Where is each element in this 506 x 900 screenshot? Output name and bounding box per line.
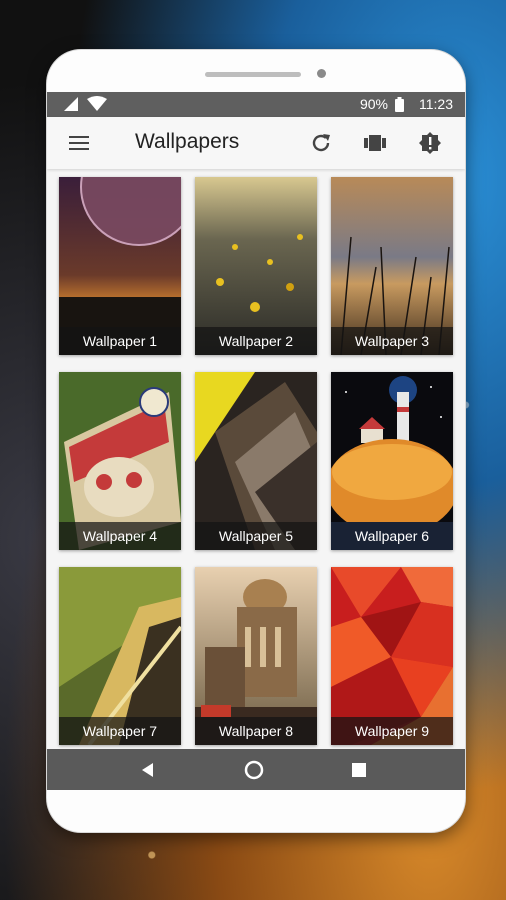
clock-time: 11:23 xyxy=(419,96,453,112)
navigation-bar xyxy=(47,749,465,790)
back-icon[interactable] xyxy=(138,760,158,780)
phone-camera xyxy=(317,69,326,78)
wallpaper-tile[interactable]: Wallpaper 4 xyxy=(59,372,181,550)
wifi-icon xyxy=(87,96,107,111)
wallpaper-tile[interactable]: Wallpaper 1 xyxy=(59,177,181,355)
alert-badge-icon[interactable] xyxy=(418,131,442,155)
home-icon[interactable] xyxy=(244,760,264,780)
battery-percent: 90% xyxy=(359,96,388,112)
phone-speaker xyxy=(205,72,301,77)
wallpaper-tile[interactable]: Wallpaper 7 xyxy=(59,567,181,745)
wallpaper-label: Wallpaper 3 xyxy=(331,327,453,355)
wallpaper-tile[interactable]: Wallpaper 3 xyxy=(331,177,453,355)
wallpaper-label: Wallpaper 2 xyxy=(195,327,317,355)
wallpaper-tile[interactable]: Wallpaper 2 xyxy=(195,177,317,355)
wallpaper-tile[interactable]: Wallpaper 6 xyxy=(331,372,453,550)
wallpaper-label: Wallpaper 7 xyxy=(59,717,181,745)
refresh-icon[interactable] xyxy=(309,131,333,155)
app-bar: Wallpapers xyxy=(47,117,465,169)
wallpaper-label: Wallpaper 8 xyxy=(195,717,317,745)
phone-frame: 90% 11:23 Wallpapers Wallpaper 1 Wallpap… xyxy=(47,50,465,832)
wallpaper-tile[interactable]: Wallpaper 8 xyxy=(195,567,317,745)
recent-apps-icon[interactable] xyxy=(349,760,369,780)
wallpaper-tile[interactable]: Wallpaper 9 xyxy=(331,567,453,745)
wallpaper-label: Wallpaper 9 xyxy=(331,717,453,745)
phone-chin xyxy=(47,790,465,832)
status-bar: 90% 11:23 xyxy=(47,92,465,117)
wallpaper-carousel-icon[interactable] xyxy=(363,131,387,155)
battery-icon xyxy=(395,96,404,112)
wallpaper-tile[interactable]: Wallpaper 5 xyxy=(195,372,317,550)
hamburger-menu-icon[interactable] xyxy=(67,131,91,155)
page-title: Wallpapers xyxy=(135,130,240,153)
wallpaper-label: Wallpaper 5 xyxy=(195,522,317,550)
wallpaper-label: Wallpaper 4 xyxy=(59,522,181,550)
wallpaper-label: Wallpaper 1 xyxy=(59,327,181,355)
wallpaper-label: Wallpaper 6 xyxy=(331,522,453,550)
cell-signal-icon xyxy=(64,97,78,111)
wallpaper-grid: Wallpaper 1 Wallpaper 2 Wallpaper 3 Wall… xyxy=(47,169,465,749)
phone-screen: 90% 11:23 Wallpapers Wallpaper 1 Wallpap… xyxy=(47,92,465,790)
